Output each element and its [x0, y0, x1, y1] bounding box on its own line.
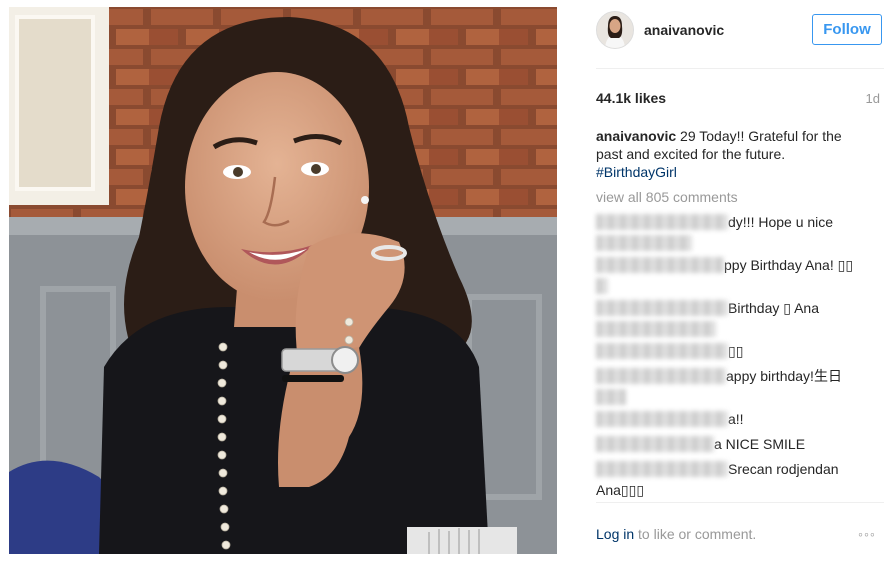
divider — [596, 68, 884, 69]
redacted-comment-author — [596, 214, 728, 230]
comment-text: Ana▯▯▯ — [596, 482, 645, 498]
comment: Srecan rodjendan Ana▯▯▯ — [596, 459, 876, 501]
avatar-image — [597, 12, 633, 48]
likes-count[interactable]: 44.1k likes — [596, 90, 666, 106]
comment-text: appy birthday!生日 — [726, 368, 842, 384]
redacted-comment-text — [596, 235, 692, 251]
view-all-comments-link[interactable]: view all 805 comments — [596, 189, 738, 205]
more-options-icon[interactable]: ◦◦◦ — [858, 526, 876, 542]
comment-text: ▯▯ — [728, 343, 744, 359]
comment: dy!!! Hope u nice — [596, 212, 876, 254]
comment: appy birthday!生日 — [596, 366, 876, 408]
post-details-panel: anaivanovic Follow 44.1k likes 1d anaiva… — [596, 0, 886, 562]
redacted-comment-author — [596, 461, 728, 477]
redacted-comment-text — [596, 321, 716, 337]
post-age[interactable]: 1d — [866, 91, 880, 106]
post-photo[interactable] — [9, 7, 557, 554]
comment: ppy Birthday Ana! ▯▯ — [596, 255, 876, 297]
comment: Birthday ▯ Ana — [596, 298, 876, 340]
post-header: anaivanovic Follow — [596, 10, 886, 52]
comment-text: Srecan rodjendan — [728, 461, 839, 477]
comment-text: Birthday ▯ Ana — [728, 300, 819, 316]
redacted-comment-text — [596, 278, 608, 294]
redacted-comment-author — [596, 368, 726, 384]
redacted-comment-author — [596, 436, 714, 452]
comment: a NICE SMILE — [596, 434, 876, 455]
redacted-comment-author — [596, 300, 728, 316]
redacted-comment-author — [596, 411, 728, 427]
login-prompt-text: to like or comment. — [634, 526, 757, 542]
redacted-comment-text — [596, 389, 626, 405]
caption-username[interactable]: anaivanovic — [596, 128, 676, 144]
comment: ▯▯ — [596, 341, 876, 362]
comment-text: ppy Birthday Ana! ▯▯ — [724, 257, 854, 273]
username-link[interactable]: anaivanovic — [644, 22, 724, 38]
avatar[interactable] — [596, 11, 634, 49]
divider — [596, 502, 884, 503]
login-prompt: Log in to like or comment. — [596, 526, 756, 542]
caption-hashtag[interactable]: #BirthdayGirl — [596, 164, 677, 180]
redacted-comment-author — [596, 257, 724, 273]
comment-text: a!! — [728, 411, 744, 427]
login-link[interactable]: Log in — [596, 526, 634, 542]
comment-text: a NICE SMILE — [714, 436, 806, 452]
post-photo-image — [9, 7, 557, 554]
redacted-comment-author — [596, 343, 728, 359]
follow-button[interactable]: Follow — [812, 14, 882, 45]
caption: anaivanovic 29 Today!! Grateful for the … — [596, 127, 861, 181]
comment-text: dy!!! Hope u nice — [728, 214, 834, 230]
comment: a!! — [596, 409, 876, 430]
